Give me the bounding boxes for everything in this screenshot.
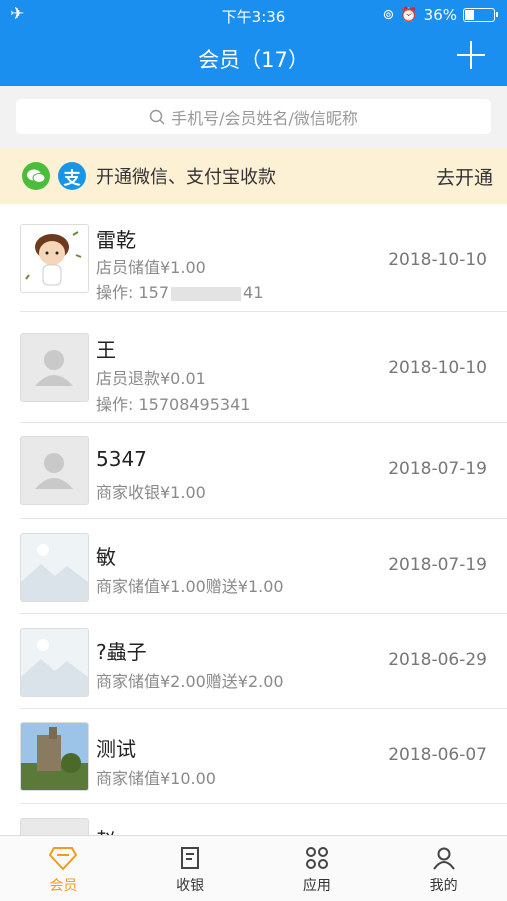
list-item[interactable]: 5347 商家收银¥1.00 2018-07-19 bbox=[20, 423, 507, 519]
avatar bbox=[20, 628, 89, 697]
avatar bbox=[20, 436, 89, 505]
nav-bar: 会员（17） bbox=[0, 30, 507, 86]
battery-icon bbox=[463, 8, 498, 22]
member-date: 2018-06-29 bbox=[388, 650, 487, 670]
member-activity: 商家储值¥1.00赠送¥1.00 bbox=[96, 577, 284, 596]
apps-grid-icon bbox=[305, 847, 328, 869]
member-name: ?蟲子 bbox=[96, 640, 147, 664]
status-bar: ✈ 下午3:36 ⊚ ⏰ 36% bbox=[0, 0, 507, 30]
rotation-lock-icon: ⊚ bbox=[382, 7, 395, 23]
search-input[interactable]: 手机号/会员姓名/微信昵称 bbox=[16, 99, 491, 134]
member-activity: 商家收银¥1.00 bbox=[96, 483, 206, 502]
tab-label: 应用 bbox=[302, 878, 331, 894]
member-activity: 商家储值¥2.00赠送¥2.00 bbox=[96, 672, 284, 691]
member-date: 2018-07-19 bbox=[388, 555, 487, 575]
member-list: 雷乾 店员储值¥1.00 操作: 157 41 2018-10-10 王 店员退款… bbox=[0, 204, 507, 835]
member-date: 2018-07-19 bbox=[388, 459, 487, 479]
avatar bbox=[20, 224, 89, 293]
alarm-icon: ⏰ bbox=[400, 7, 418, 23]
list-item[interactable]: 敏 商家储值¥1.00赠送¥1.00 2018-07-19 bbox=[20, 519, 507, 614]
avatar bbox=[20, 533, 89, 602]
member-activity: 店员退款¥0.01 bbox=[96, 369, 206, 388]
member-date: 2018-06-07 bbox=[388, 745, 487, 765]
wechat-icon bbox=[22, 162, 50, 190]
payment-banner[interactable]: 支 开通微信、支付宝收款 去开通 bbox=[0, 148, 507, 204]
member-operator: 操作: 157 41 bbox=[96, 283, 264, 302]
avatar bbox=[20, 333, 89, 402]
tab-apps[interactable]: 应用 bbox=[254, 836, 381, 901]
member-date: 2018-10-10 bbox=[388, 250, 487, 270]
tab-cashier[interactable]: 收银 bbox=[127, 836, 254, 901]
person-icon bbox=[432, 847, 455, 870]
tab-members[interactable]: 会员 bbox=[0, 836, 127, 901]
status-right: ⊚ ⏰ 36% bbox=[382, 6, 498, 24]
member-operator: 操作: 15708495341 bbox=[96, 395, 251, 414]
member-name: 雷乾 bbox=[96, 228, 136, 252]
tab-bar: 会员 收银 应用 我的 bbox=[0, 835, 507, 901]
list-item[interactable]: ?蟲子 商家储值¥2.00赠送¥2.00 2018-06-29 bbox=[20, 614, 507, 709]
member-name: 测试 bbox=[96, 737, 136, 761]
member-name: 王 bbox=[96, 338, 116, 362]
search-placeholder: 手机号/会员姓名/微信昵称 bbox=[171, 108, 358, 128]
activate-link[interactable]: 去开通 bbox=[436, 163, 493, 190]
search-icon bbox=[149, 109, 165, 125]
add-member-icon[interactable] bbox=[457, 41, 485, 69]
tab-label: 收银 bbox=[176, 878, 205, 894]
battery-percent: 36% bbox=[423, 6, 457, 24]
member-name: 5347 bbox=[96, 447, 147, 471]
member-name: 敏 bbox=[96, 545, 116, 569]
receipt-icon bbox=[181, 847, 200, 869]
member-date: 2018-10-10 bbox=[388, 358, 487, 378]
list-item[interactable]: 雷乾 店员储值¥1.00 操作: 157 41 2018-10-10 bbox=[20, 204, 507, 312]
list-item[interactable]: 王 店员退款¥0.01 操作: 15708495341 2018-10-10 bbox=[20, 312, 507, 423]
avatar bbox=[20, 818, 89, 835]
tab-label: 会员 bbox=[49, 878, 78, 894]
search-area: 手机号/会员姓名/微信昵称 bbox=[0, 86, 507, 148]
member-activity: 商家储值¥10.00 bbox=[96, 769, 216, 788]
banner-text: 开通微信、支付宝收款 bbox=[96, 167, 276, 188]
tab-label: 我的 bbox=[429, 878, 458, 894]
tab-mine[interactable]: 我的 bbox=[380, 836, 507, 901]
member-name: 赵 bbox=[96, 824, 116, 835]
diamond-icon bbox=[49, 847, 78, 871]
page-title: 会员（17） bbox=[198, 48, 309, 72]
list-item[interactable]: 测试 商家储值¥10.00 2018-06-07 bbox=[20, 709, 507, 804]
list-item[interactable]: 赵 bbox=[20, 804, 507, 835]
avatar bbox=[20, 722, 89, 791]
alipay-icon: 支 bbox=[58, 162, 86, 190]
member-activity: 店员储值¥1.00 bbox=[96, 258, 206, 277]
